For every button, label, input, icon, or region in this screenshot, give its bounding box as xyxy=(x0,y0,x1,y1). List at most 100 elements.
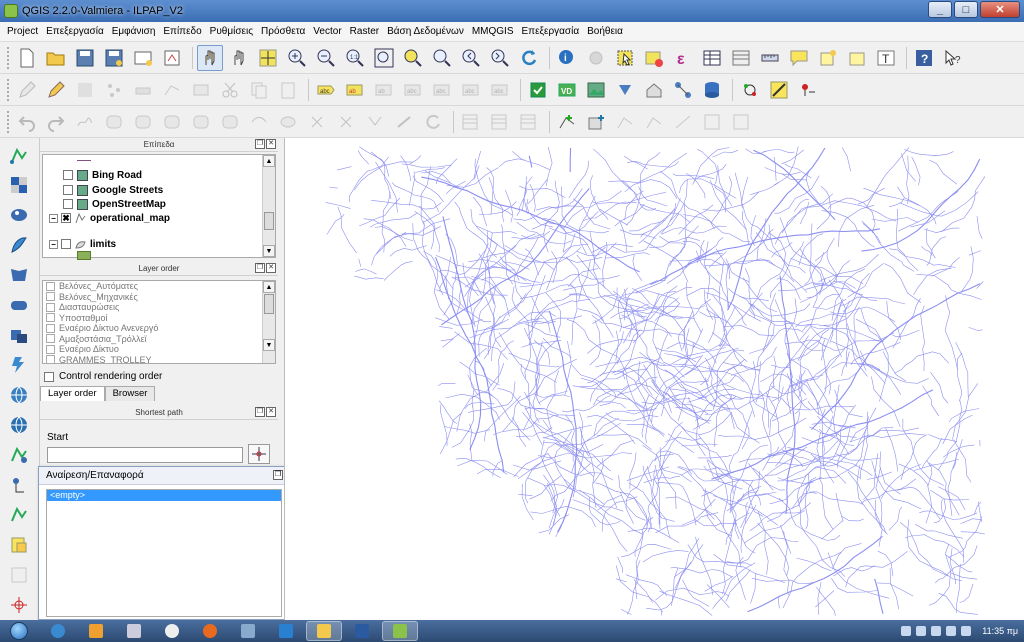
map-canvas[interactable] xyxy=(284,138,1024,620)
list-item[interactable]: <empty> xyxy=(47,490,281,501)
identify-icon[interactable]: i xyxy=(554,45,580,71)
georeferencer-icon[interactable] xyxy=(766,77,792,103)
float-panel-button[interactable]: ❐ xyxy=(255,263,265,273)
add-wms-layer-icon[interactable] xyxy=(6,322,32,348)
new-vector-layer-icon[interactable] xyxy=(6,502,32,528)
house-icon[interactable] xyxy=(641,77,667,103)
layer-visibility-checkbox[interactable] xyxy=(63,199,73,209)
layers-scrollbar[interactable]: ▲ ▼ xyxy=(262,155,275,257)
close-button[interactable]: ✕ xyxy=(980,1,1020,18)
add-postgis-layer-icon[interactable] xyxy=(6,202,32,228)
taskbar-firefox[interactable] xyxy=(192,621,228,641)
split-features-icon[interactable] xyxy=(304,109,330,135)
measure-icon[interactable] xyxy=(757,45,783,71)
taskbar-explorer[interactable] xyxy=(306,621,342,641)
collapse-toggle[interactable]: − xyxy=(49,213,58,223)
reshape-features-icon[interactable] xyxy=(246,109,272,135)
flag-icon[interactable] xyxy=(916,626,927,636)
crosshair-icon[interactable] xyxy=(6,592,32,618)
taskbar-media[interactable] xyxy=(78,621,114,641)
paste-features-icon[interactable] xyxy=(275,77,301,103)
layer-row-bing-road[interactable]: Bing Road xyxy=(63,168,142,182)
zoom-to-selection-icon[interactable] xyxy=(400,45,426,71)
network-icon[interactable] xyxy=(670,77,696,103)
pan-to-selection-icon[interactable] xyxy=(255,45,281,71)
list-item[interactable]: Αμαξοστάσια_Τρόλλεϊ xyxy=(43,334,275,345)
pan-hand-icon[interactable] xyxy=(226,45,252,71)
start-point-input[interactable] xyxy=(47,447,243,463)
menu-project[interactable]: Project xyxy=(3,26,42,37)
add-raster-layer-icon[interactable] xyxy=(6,172,32,198)
zoom-full-icon[interactable] xyxy=(371,45,397,71)
layer-visibility-checkbox[interactable] xyxy=(61,239,71,249)
move-label-icon[interactable]: abc xyxy=(429,77,455,103)
add-mssql-layer-icon[interactable] xyxy=(6,262,32,288)
simplify-feature-icon[interactable] xyxy=(72,109,98,135)
clock[interactable]: 11:35 πμ xyxy=(982,626,1018,636)
select-features-icon[interactable] xyxy=(612,45,638,71)
merge-features-icon[interactable] xyxy=(362,109,388,135)
node-add-icon[interactable] xyxy=(554,109,580,135)
new-print-composer-icon[interactable] xyxy=(130,45,156,71)
taskbar-files[interactable] xyxy=(116,621,152,641)
taskbar-dropbox[interactable] xyxy=(268,621,304,641)
close-panel-button[interactable]: ✕ xyxy=(266,139,276,149)
layer-row-operational-map[interactable]: − ✖ operational_map xyxy=(49,211,170,225)
delete-ring-icon[interactable] xyxy=(188,109,214,135)
table-add-icon[interactable] xyxy=(458,109,484,135)
split-parts-icon[interactable] xyxy=(333,109,359,135)
attribute-table-icon[interactable] xyxy=(699,45,725,71)
maximize-button[interactable]: □ xyxy=(954,1,978,18)
table-delete-icon[interactable] xyxy=(516,109,542,135)
float-panel-button[interactable]: ❐ xyxy=(255,407,265,417)
arrow-down-icon[interactable] xyxy=(612,77,638,103)
close-panel-button[interactable]: ✕ xyxy=(266,407,276,417)
current-edits-icon[interactable] xyxy=(14,77,40,103)
taskbar-app[interactable] xyxy=(154,621,190,641)
zoom-to-layer-icon[interactable] xyxy=(429,45,455,71)
database-icon[interactable] xyxy=(699,77,725,103)
vd-icon[interactable]: VD xyxy=(554,77,580,103)
copy-features-icon[interactable] xyxy=(246,77,272,103)
add-wcs-layer-icon[interactable] xyxy=(6,352,32,378)
layer-visibility-checkbox[interactable] xyxy=(63,185,73,195)
list-item[interactable]: Υποσταθμοί xyxy=(43,313,275,324)
menu-plugins[interactable]: Πρόσθετα xyxy=(257,26,309,37)
text-annotation-icon[interactable]: T xyxy=(873,45,899,71)
add-feature-icon[interactable] xyxy=(101,77,127,103)
new-bookmark-icon[interactable] xyxy=(815,45,841,71)
composer-manager-icon[interactable] xyxy=(159,45,185,71)
save-as-icon[interactable] xyxy=(101,45,127,71)
help-icon[interactable]: ? xyxy=(911,45,937,71)
toolbar-grip[interactable] xyxy=(7,110,11,133)
scroll-up-arrow[interactable]: ▲ xyxy=(263,281,275,293)
new-project-icon[interactable] xyxy=(14,45,40,71)
menu-help[interactable]: Βοήθεια xyxy=(583,26,627,37)
pin-labels-icon[interactable]: ab xyxy=(371,77,397,103)
zoom-last-icon[interactable] xyxy=(458,45,484,71)
label-tool-icon[interactable]: abc xyxy=(313,77,339,103)
cut-features-icon[interactable] xyxy=(217,77,243,103)
edge-delete-icon[interactable] xyxy=(670,109,696,135)
select-window-icon[interactable] xyxy=(525,77,551,103)
scroll-up-arrow[interactable]: ▲ xyxy=(263,155,275,167)
list-item[interactable]: Βελόνες_Αυτόματες xyxy=(43,281,275,292)
close-panel-button[interactable]: ✕ xyxy=(266,263,276,273)
layer-order-scrollbar[interactable]: ▲ ▼ xyxy=(262,281,275,363)
taskbar-qgis[interactable] xyxy=(382,621,418,641)
rotate-point-icon[interactable] xyxy=(420,109,446,135)
edge-split-icon[interactable] xyxy=(641,109,667,135)
list-item[interactable]: Εναέριο Δίκτυο xyxy=(43,344,275,355)
redo-icon[interactable] xyxy=(43,109,69,135)
float-panel-button[interactable]: ❐ xyxy=(273,470,283,480)
change-label-icon[interactable]: abc xyxy=(487,77,513,103)
menu-database[interactable]: Βάση Δεδομένων xyxy=(383,26,468,37)
taskbar-ie[interactable] xyxy=(40,621,76,641)
show-hide-labels-icon[interactable]: abc xyxy=(400,77,426,103)
new-layer-icon[interactable] xyxy=(6,562,32,588)
float-panel-button[interactable]: ❐ xyxy=(255,139,265,149)
node-move-icon[interactable] xyxy=(583,109,609,135)
gps-tool-icon[interactable] xyxy=(737,77,763,103)
node-tool-icon[interactable] xyxy=(159,77,185,103)
scroll-down-arrow[interactable]: ▼ xyxy=(263,339,275,351)
